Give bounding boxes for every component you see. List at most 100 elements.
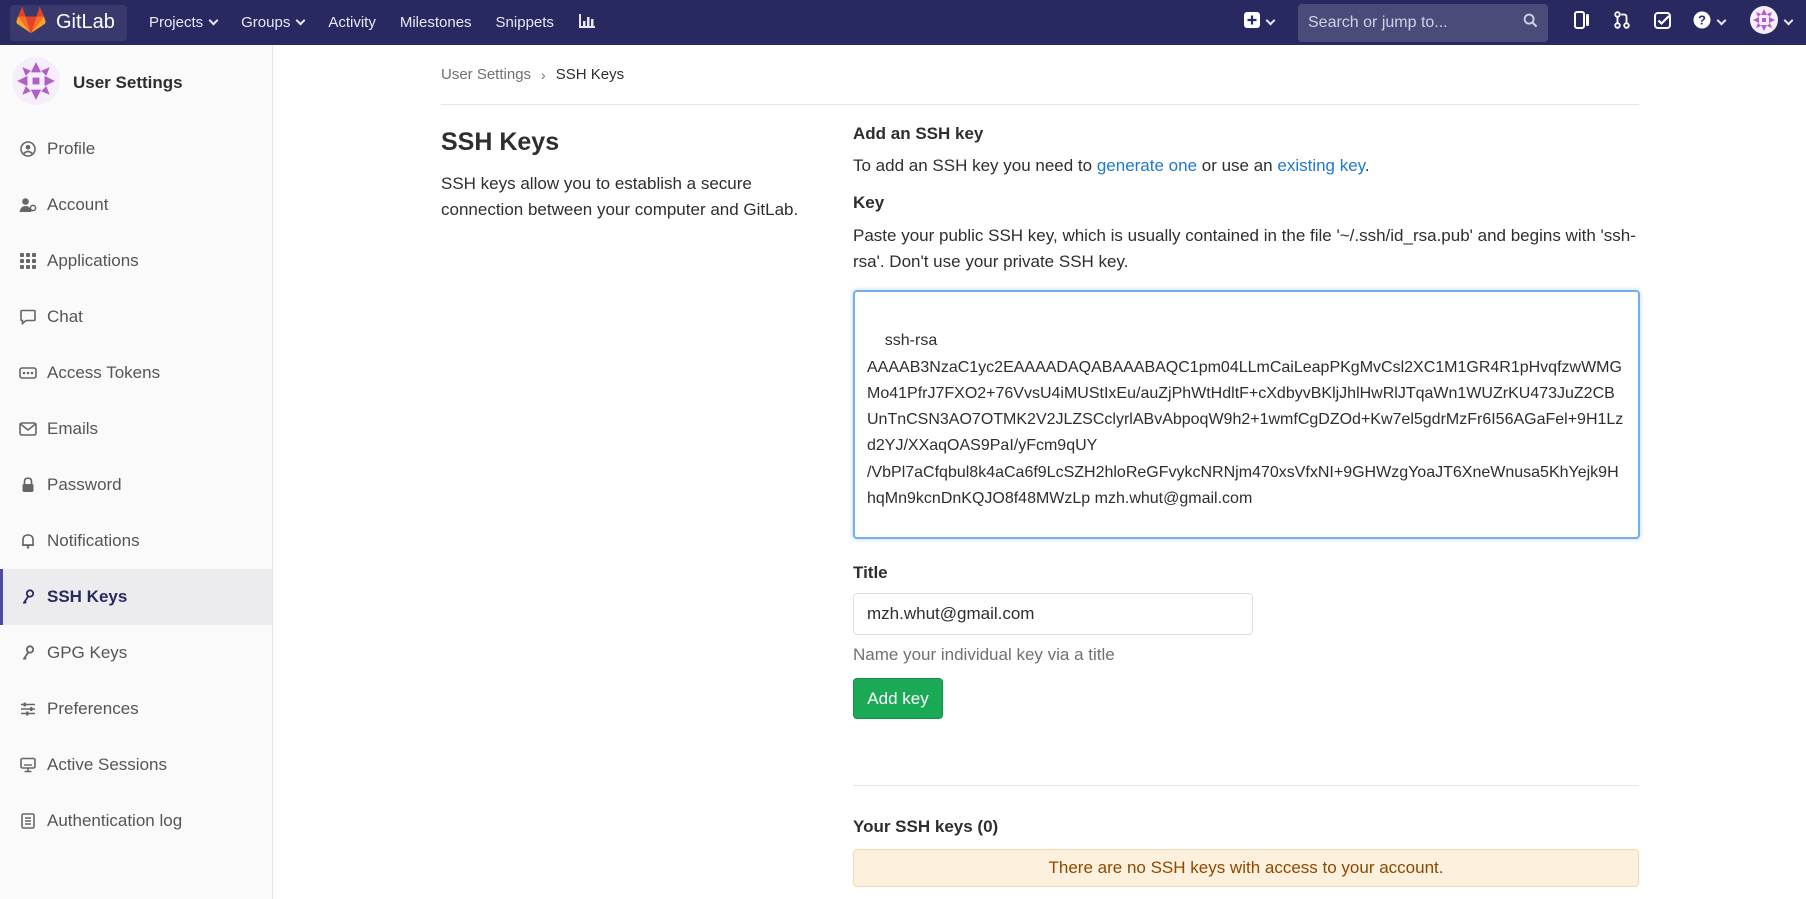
search-placeholder: Search or jump to...: [1308, 13, 1448, 31]
page-description: SSH keys allow you to establish a secure…: [441, 174, 799, 219]
key-icon: [18, 643, 38, 663]
nav-snippets-label: Snippets: [495, 14, 554, 31]
nav-milestones[interactable]: Milestones: [400, 0, 472, 45]
key-label: Key: [853, 193, 885, 212]
nav-activity[interactable]: Activity: [328, 0, 376, 45]
title-input[interactable]: mzh.whut@gmail.com: [853, 593, 1253, 635]
resize-handle-icon[interactable]: [1625, 524, 1635, 534]
sidebar-item-chat[interactable]: Chat: [0, 289, 272, 345]
user-avatar: [1750, 6, 1778, 39]
user-avatar: [12, 56, 60, 110]
instructions-text: .: [1364, 156, 1370, 175]
nav-snippets[interactable]: Snippets: [496, 0, 554, 45]
top-navbar: GitLab Projects Groups Activity Mileston…: [0, 0, 1806, 45]
sidebar-item-account[interactable]: Account: [0, 177, 272, 233]
access-tokens-icon: [18, 363, 38, 383]
key-help-text: Paste your public SSH key, which is usua…: [853, 226, 1636, 271]
sidebar-item-label: Notifications: [47, 531, 140, 550]
user-menu-dropdown[interactable]: [1736, 0, 1806, 45]
new-item-dropdown[interactable]: [1234, 0, 1284, 45]
nav-milestones-label: Milestones: [399, 14, 472, 31]
sidebar-item-applications[interactable]: Applications: [0, 233, 272, 289]
key-textarea[interactable]: ssh-rsa AAAAB3NzaC1yc2EAAAADAQABAAABAQC1…: [853, 290, 1640, 539]
instructions-text: or use an: [1197, 156, 1278, 175]
issues-button[interactable]: [1562, 0, 1602, 45]
applications-icon: [18, 251, 38, 271]
chevron-down-icon: [1716, 15, 1727, 26]
chevron-down-icon: [1265, 15, 1276, 26]
help-icon: ?: [1693, 11, 1711, 34]
add-key-instructions: To add an SSH key you need to generate o…: [853, 153, 1639, 179]
nav-groups-label: Groups: [241, 14, 291, 31]
add-key-heading: Add an SSH key: [853, 124, 984, 143]
settings-sidebar: User Settings Profile Account Applicatio…: [0, 45, 273, 899]
page-title: SSH Keys: [441, 128, 560, 156]
title-label: Title: [853, 563, 888, 582]
breadcrumb-current[interactable]: SSH Keys: [556, 66, 624, 83]
profile-icon: [18, 139, 38, 159]
key-icon: [18, 587, 38, 607]
sidebar-item-ssh-keys[interactable]: SSH Keys: [0, 569, 272, 625]
sidebar-item-profile[interactable]: Profile: [0, 121, 272, 177]
nav-groups[interactable]: Groups: [241, 0, 306, 45]
bell-icon: [18, 531, 38, 551]
sidebar-item-label: Account: [47, 195, 109, 214]
chart-icon: [578, 13, 596, 33]
intro-column: SSH Keys SSH keys allow you to establish…: [441, 128, 821, 223]
sidebar-item-notifications[interactable]: Notifications: [0, 513, 272, 569]
nav-activity-label: Activity: [328, 14, 376, 31]
no-keys-warning: There are no SSH keys with access to you…: [853, 849, 1639, 887]
sidebar-item-password[interactable]: Password: [0, 457, 272, 513]
merge-request-icon: [1614, 11, 1630, 34]
chevron-right-icon: ›: [541, 66, 546, 83]
todo-check-icon: [1653, 11, 1671, 34]
key-textarea-value: ssh-rsa AAAAB3NzaC1yc2EAAAADAQABAAABAQC1…: [867, 332, 1624, 508]
nav-analytics[interactable]: [578, 0, 596, 45]
issues-icon: [1574, 11, 1590, 34]
breadcrumb: User Settings › SSH Keys: [441, 66, 624, 83]
sidebar-item-label: Applications: [47, 251, 139, 270]
sidebar-item-gpg-keys[interactable]: GPG Keys: [0, 625, 272, 681]
sidebar-item-label: Password: [47, 475, 122, 494]
breadcrumb-divider: [441, 104, 1639, 105]
chevron-down-icon: [208, 15, 219, 26]
sidebar-item-label: Chat: [47, 307, 83, 326]
sidebar-item-emails[interactable]: Emails: [0, 401, 272, 457]
nav-projects[interactable]: Projects: [149, 0, 219, 45]
sidebar-item-label: Preferences: [47, 699, 139, 718]
sidebar-title: User Settings: [73, 73, 183, 92]
monitor-icon: [18, 755, 38, 775]
chat-icon: [18, 307, 38, 327]
search-input[interactable]: Search or jump to...: [1298, 3, 1548, 42]
log-icon: [18, 811, 38, 831]
form-actions: Add key: [853, 678, 1639, 719]
existing-key-link[interactable]: existing key: [1277, 156, 1365, 175]
sidebar-item-label: Authentication log: [47, 811, 183, 830]
svg-text:?: ?: [1698, 13, 1706, 28]
sidebar-item-authentication-log[interactable]: Authentication log: [0, 793, 272, 849]
gitlab-home-link[interactable]: GitLab: [10, 4, 127, 41]
sidebar-item-label: Profile: [47, 139, 96, 158]
add-key-button[interactable]: Add key: [853, 678, 943, 719]
sidebar-item-label: Active Sessions: [47, 755, 167, 774]
ssh-key-form: Add an SSH key To add an SSH key you nee…: [853, 124, 1640, 719]
sidebar-item-label: Emails: [47, 419, 99, 438]
sidebar-item-preferences[interactable]: Preferences: [0, 681, 272, 737]
section-divider: [853, 785, 1639, 786]
title-help-text: Name your individual key via a title: [853, 645, 1115, 664]
lock-icon: [18, 475, 38, 495]
your-ssh-keys-heading: Your SSH keys (0): [853, 817, 999, 836]
brand-name: GitLab: [56, 11, 115, 33]
sidebar-item-label: SSH Keys: [47, 587, 128, 606]
chevron-down-icon: [295, 15, 306, 26]
email-icon: [18, 419, 38, 439]
merge-requests-button[interactable]: [1602, 0, 1642, 45]
todos-button[interactable]: [1642, 0, 1682, 45]
sidebar-item-access-tokens[interactable]: Access Tokens: [0, 345, 272, 401]
breadcrumb-parent-link[interactable]: User Settings: [441, 66, 531, 83]
help-dropdown[interactable]: ?: [1682, 0, 1736, 45]
sidebar-header[interactable]: User Settings: [0, 45, 272, 121]
sidebar-item-active-sessions[interactable]: Active Sessions: [0, 737, 272, 793]
title-input-value: mzh.whut@gmail.com: [867, 604, 1035, 623]
generate-one-link[interactable]: generate one: [1097, 156, 1197, 175]
